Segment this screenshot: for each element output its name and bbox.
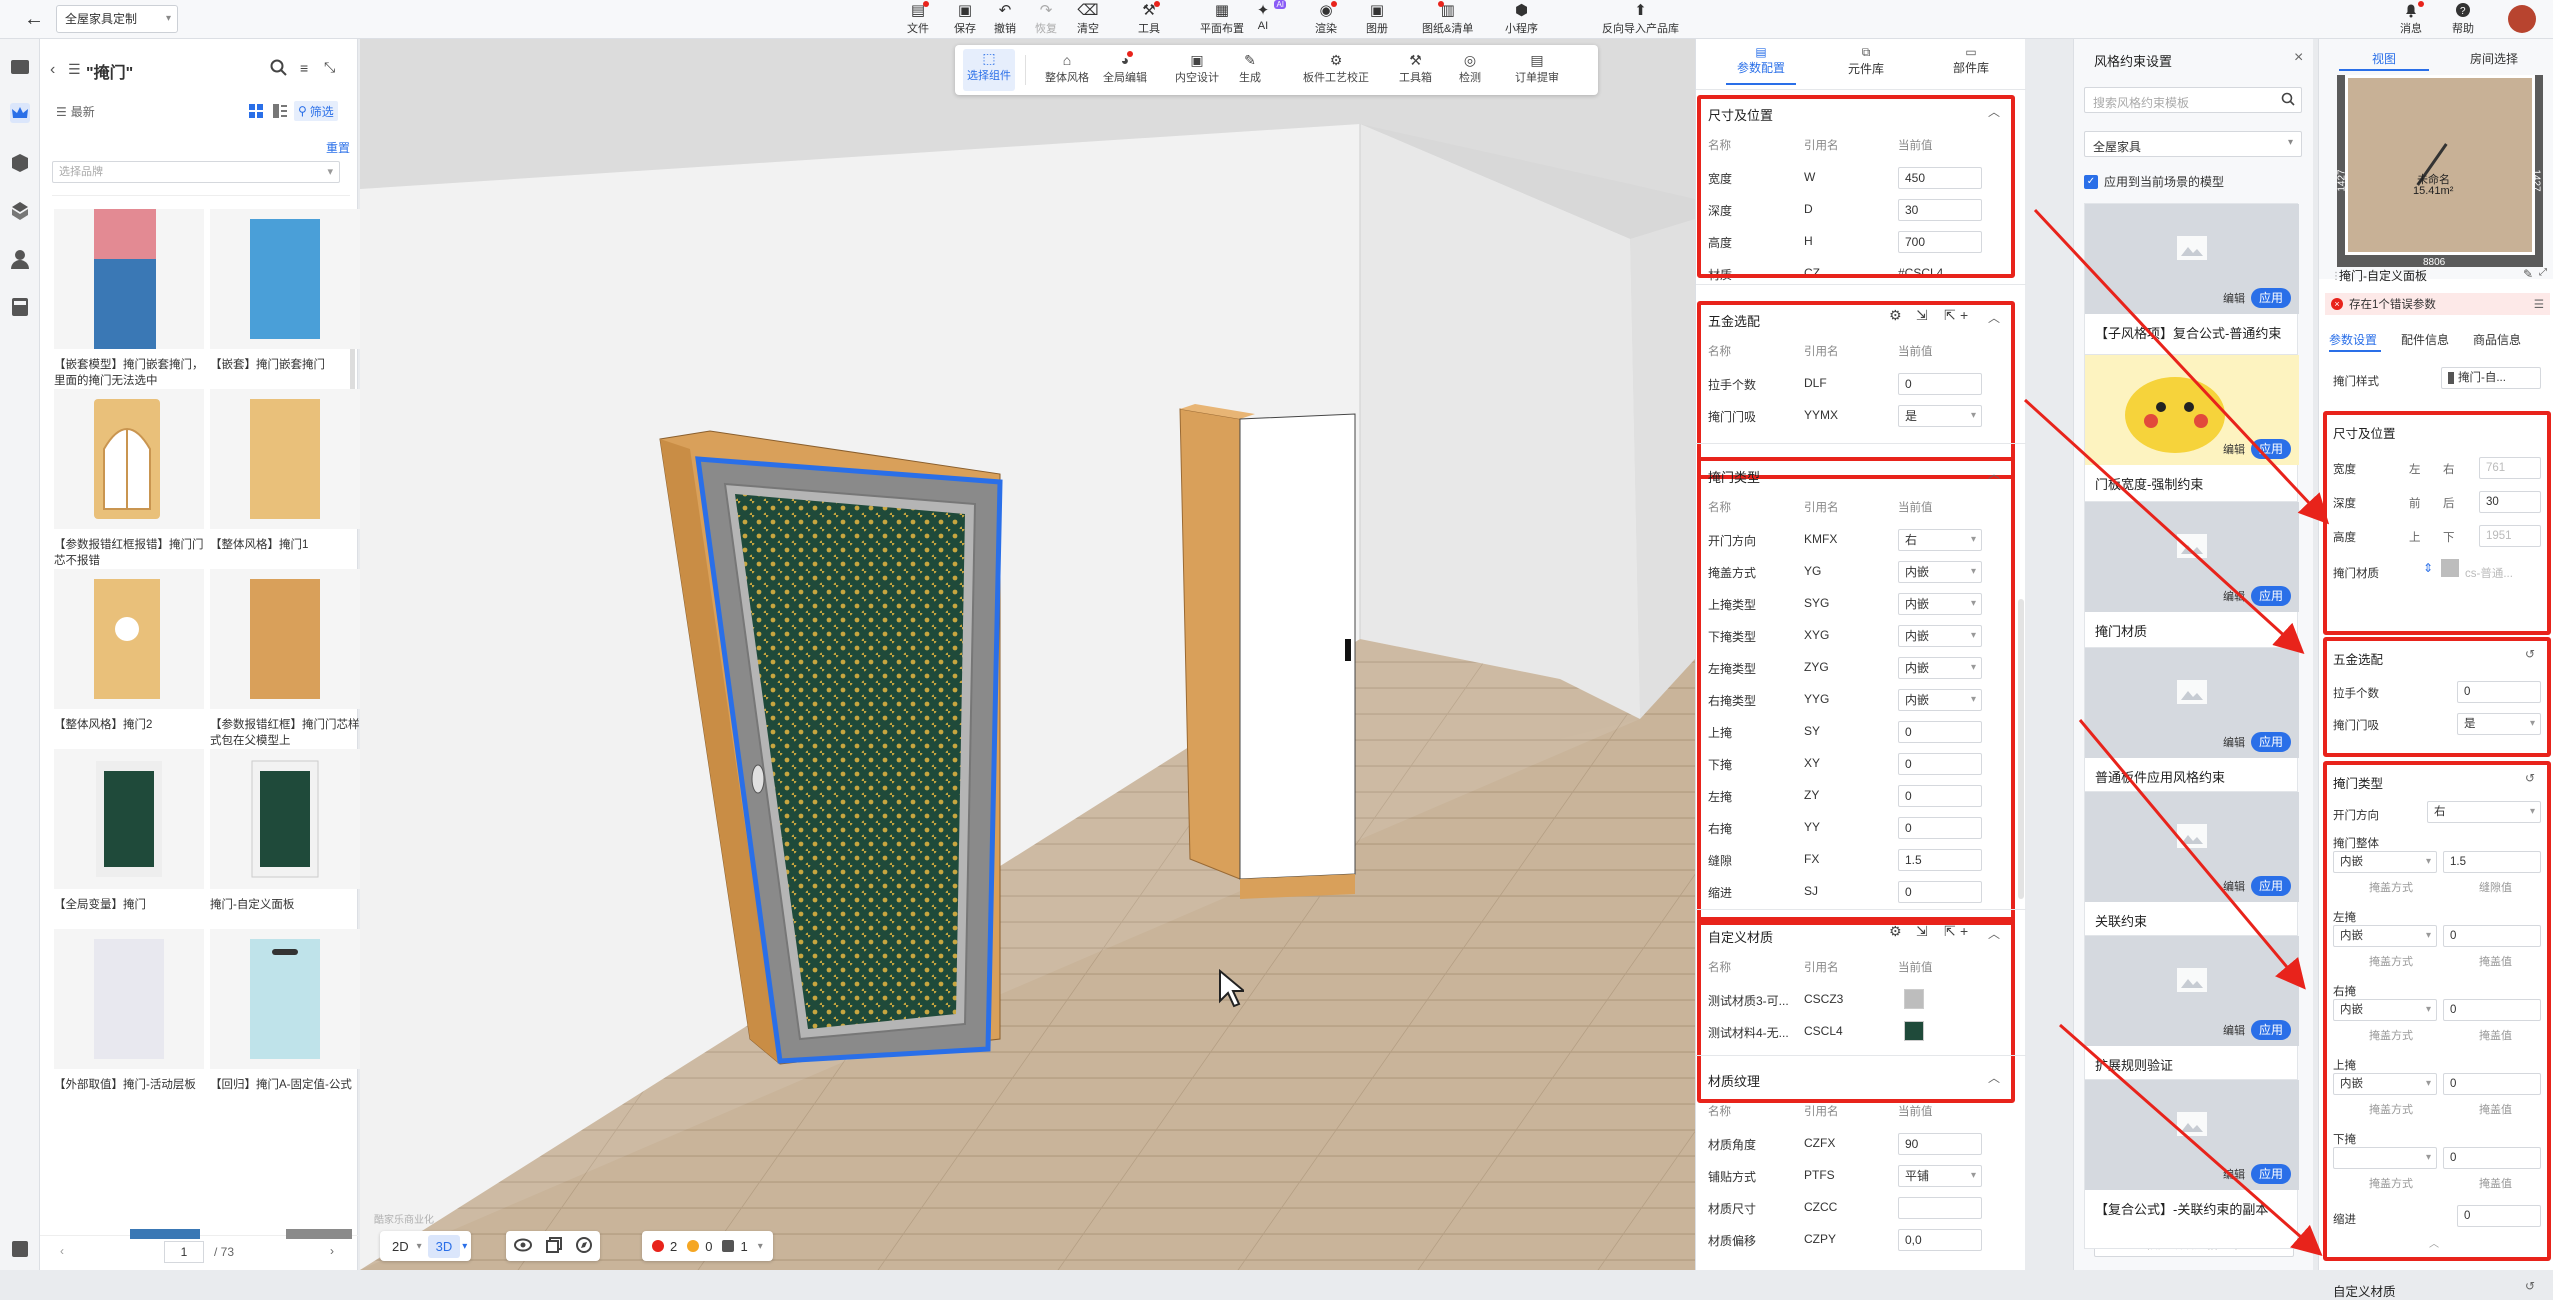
annotation-arrows xyxy=(2023,208,2330,1256)
reset-icon[interactable]: ↺ xyxy=(2525,1279,2535,1293)
custom-material-title: 自定义材质 xyxy=(2333,1285,2396,1299)
